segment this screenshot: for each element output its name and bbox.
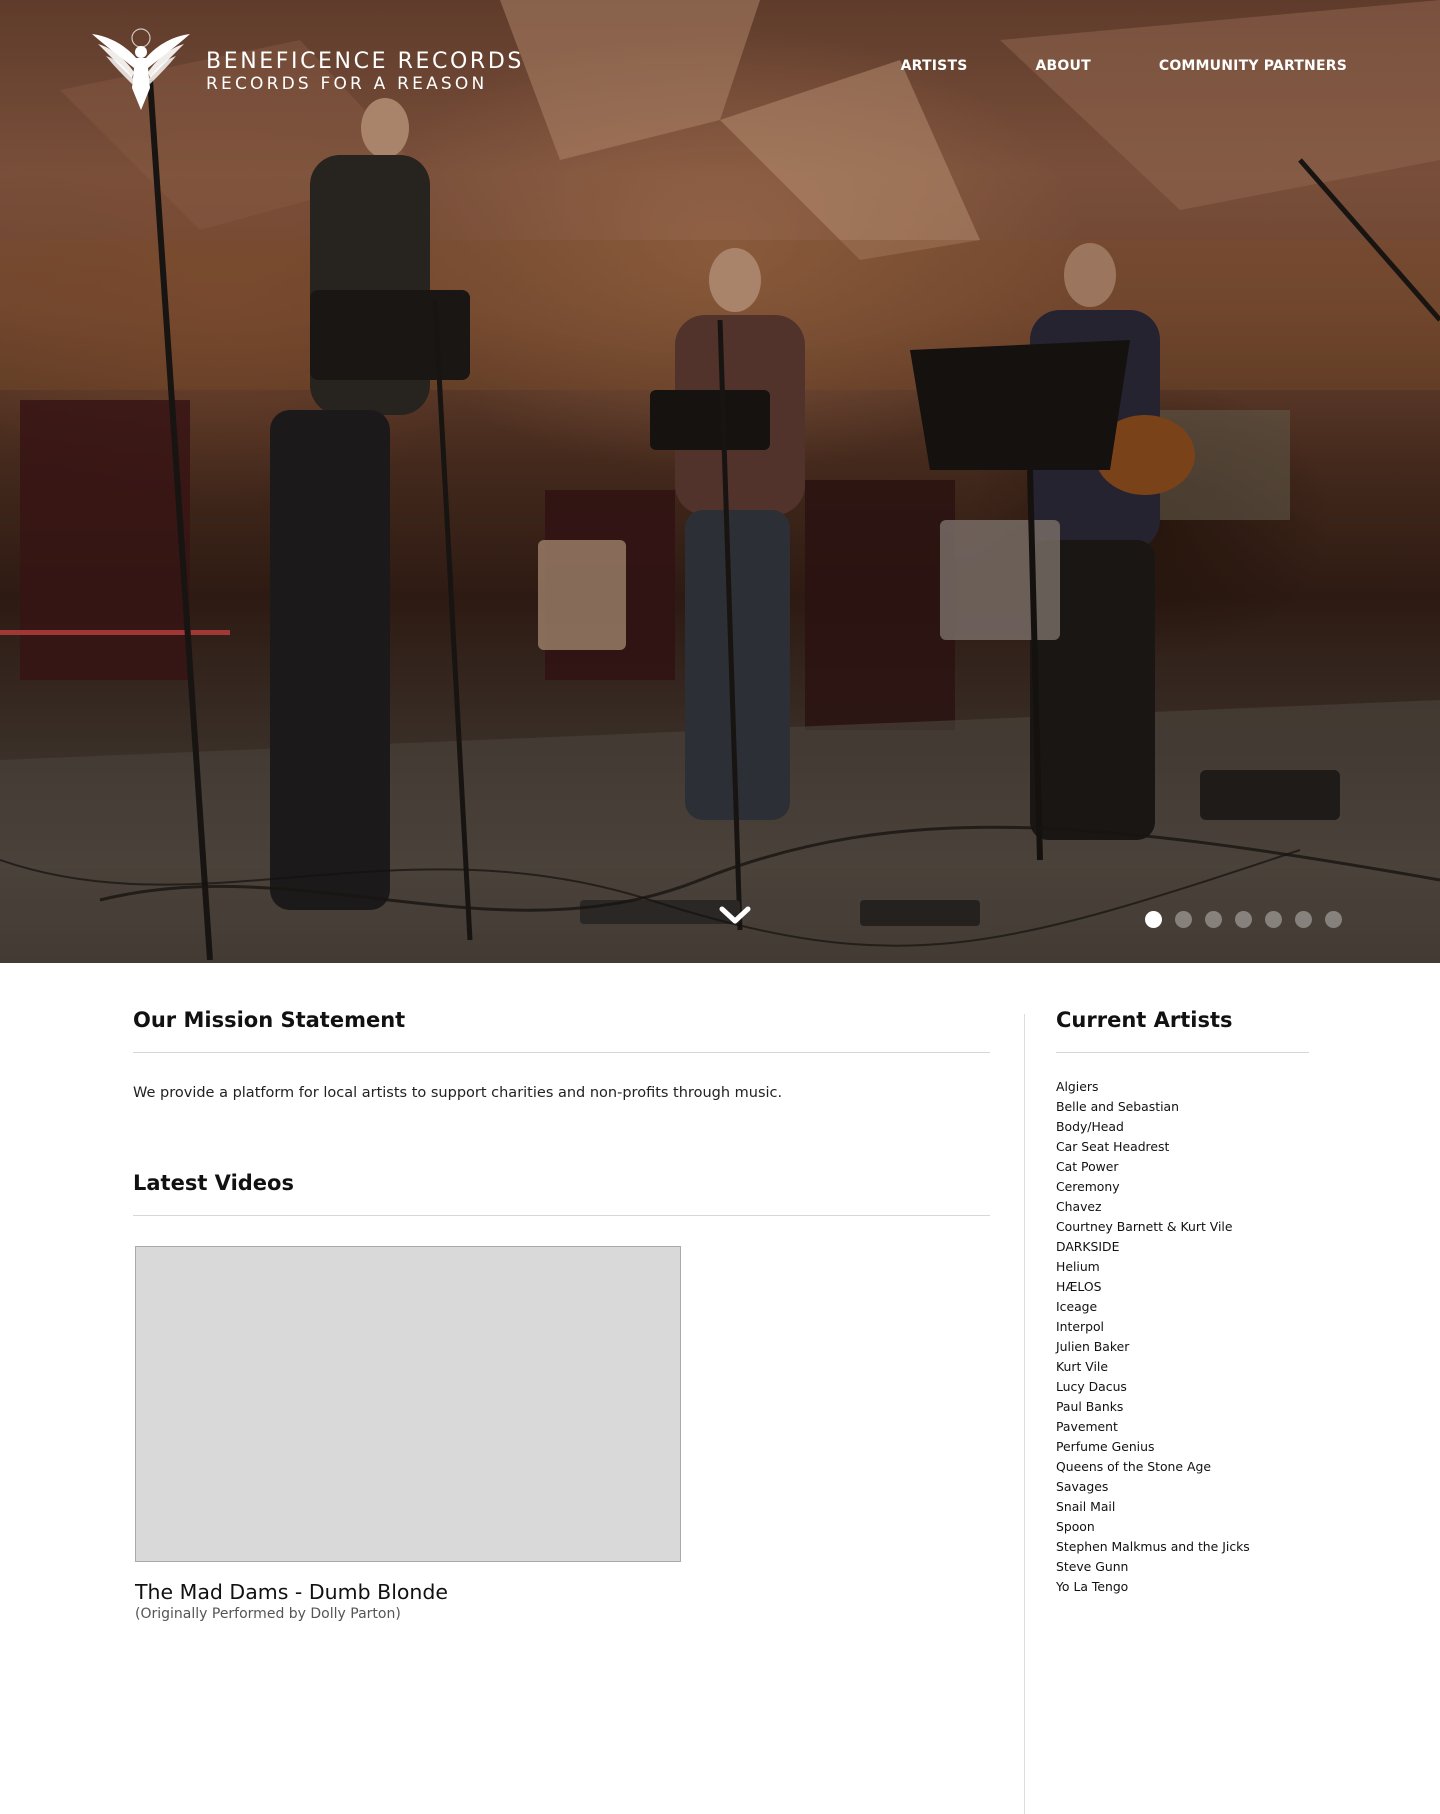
slide-dot[interactable] (1175, 911, 1192, 928)
column-divider (1024, 1014, 1025, 1814)
artist-link[interactable]: Spoon (1056, 1517, 1309, 1537)
video-title[interactable]: The Mad Dams - Dumb Blonde (135, 1580, 990, 1604)
slide-dot[interactable] (1205, 911, 1222, 928)
slide-dot[interactable] (1295, 911, 1312, 928)
artist-link[interactable]: Chavez (1056, 1197, 1309, 1217)
latest-videos-heading: Latest Videos (133, 1171, 294, 1195)
mission-section: Our Mission Statement We provide a platf… (133, 1000, 990, 1103)
artist-link[interactable]: Belle and Sebastian (1056, 1097, 1309, 1117)
slideshow-pagination (1145, 911, 1342, 928)
artist-link[interactable]: Pavement (1056, 1417, 1309, 1437)
chevron-down-icon[interactable] (718, 904, 752, 926)
nav-item-community-partners[interactable]: COMMUNITY PARTNERS (1159, 58, 1347, 74)
nav-item-artists[interactable]: ARTISTS (901, 58, 968, 74)
artist-list: Algiers Belle and Sebastian Body/Head Ca… (1056, 1077, 1309, 1597)
artist-link[interactable]: Snail Mail (1056, 1497, 1309, 1517)
current-artists-sidebar: Current Artists Algiers Belle and Sebast… (1056, 1000, 1309, 1597)
mission-text: We provide a platform for local artists … (133, 1085, 783, 1101)
artist-link[interactable]: Steve Gunn (1056, 1557, 1309, 1577)
latest-videos-section: Latest Videos The Mad Dams - Dumb Blonde… (133, 1163, 990, 1622)
slide-dot[interactable] (1235, 911, 1252, 928)
slide-dot[interactable] (1265, 911, 1282, 928)
video-subtitle: (Originally Performed by Dolly Parton) (135, 1606, 401, 1622)
artist-link[interactable]: Body/Head (1056, 1117, 1309, 1137)
artist-link[interactable]: Yo La Tengo (1056, 1577, 1309, 1597)
artist-link[interactable]: Helium (1056, 1257, 1309, 1277)
site-tagline: RECORDS FOR A REASON (206, 74, 488, 94)
artist-link[interactable]: Kurt Vile (1056, 1357, 1309, 1377)
artist-link[interactable]: Paul Banks (1056, 1397, 1309, 1417)
artist-link[interactable]: Car Seat Headrest (1056, 1137, 1309, 1157)
artist-link[interactable]: Courtney Barnett & Kurt Vile (1056, 1217, 1309, 1237)
artist-link[interactable]: Ceremony (1056, 1177, 1309, 1197)
artist-link[interactable]: Stephen Malkmus and the Jicks (1056, 1537, 1309, 1557)
hero-photo (0, 0, 1440, 963)
artist-link[interactable]: Lucy Dacus (1056, 1377, 1309, 1397)
main-content: Our Mission Statement We provide a platf… (133, 1000, 990, 1622)
artist-link[interactable]: Julien Baker (1056, 1337, 1309, 1357)
video-player[interactable] (135, 1246, 681, 1562)
mission-heading: Our Mission Statement (133, 1008, 406, 1032)
artist-link[interactable]: Cat Power (1056, 1157, 1309, 1177)
current-artists-heading: Current Artists (1056, 1008, 1233, 1032)
artist-link[interactable]: Queens of the Stone Age (1056, 1457, 1309, 1477)
artist-link[interactable]: Interpol (1056, 1317, 1309, 1337)
artist-link[interactable]: HÆLOS (1056, 1277, 1309, 1297)
nav-item-about[interactable]: ABOUT (1036, 58, 1091, 74)
site-title: BENEFICENCE RECORDS (206, 49, 524, 74)
divider (133, 1052, 990, 1053)
slide-dot[interactable] (1145, 911, 1162, 928)
divider (1056, 1052, 1309, 1053)
artist-link[interactable]: Algiers (1056, 1077, 1309, 1097)
artist-link[interactable]: Iceage (1056, 1297, 1309, 1317)
divider (133, 1215, 990, 1216)
hero-slideshow: BENEFICENCE RECORDS RECORDS FOR A REASON… (0, 0, 1440, 963)
angel-wings-logo-icon (92, 28, 190, 110)
main-nav: ARTISTS ABOUT COMMUNITY PARTNERS (833, 58, 1347, 74)
artist-link[interactable]: DARKSIDE (1056, 1237, 1309, 1257)
artist-link[interactable]: Perfume Genius (1056, 1437, 1309, 1457)
artist-link[interactable]: Savages (1056, 1477, 1309, 1497)
slide-dot[interactable] (1325, 911, 1342, 928)
site-logo[interactable]: BENEFICENCE RECORDS RECORDS FOR A REASON (90, 28, 524, 112)
